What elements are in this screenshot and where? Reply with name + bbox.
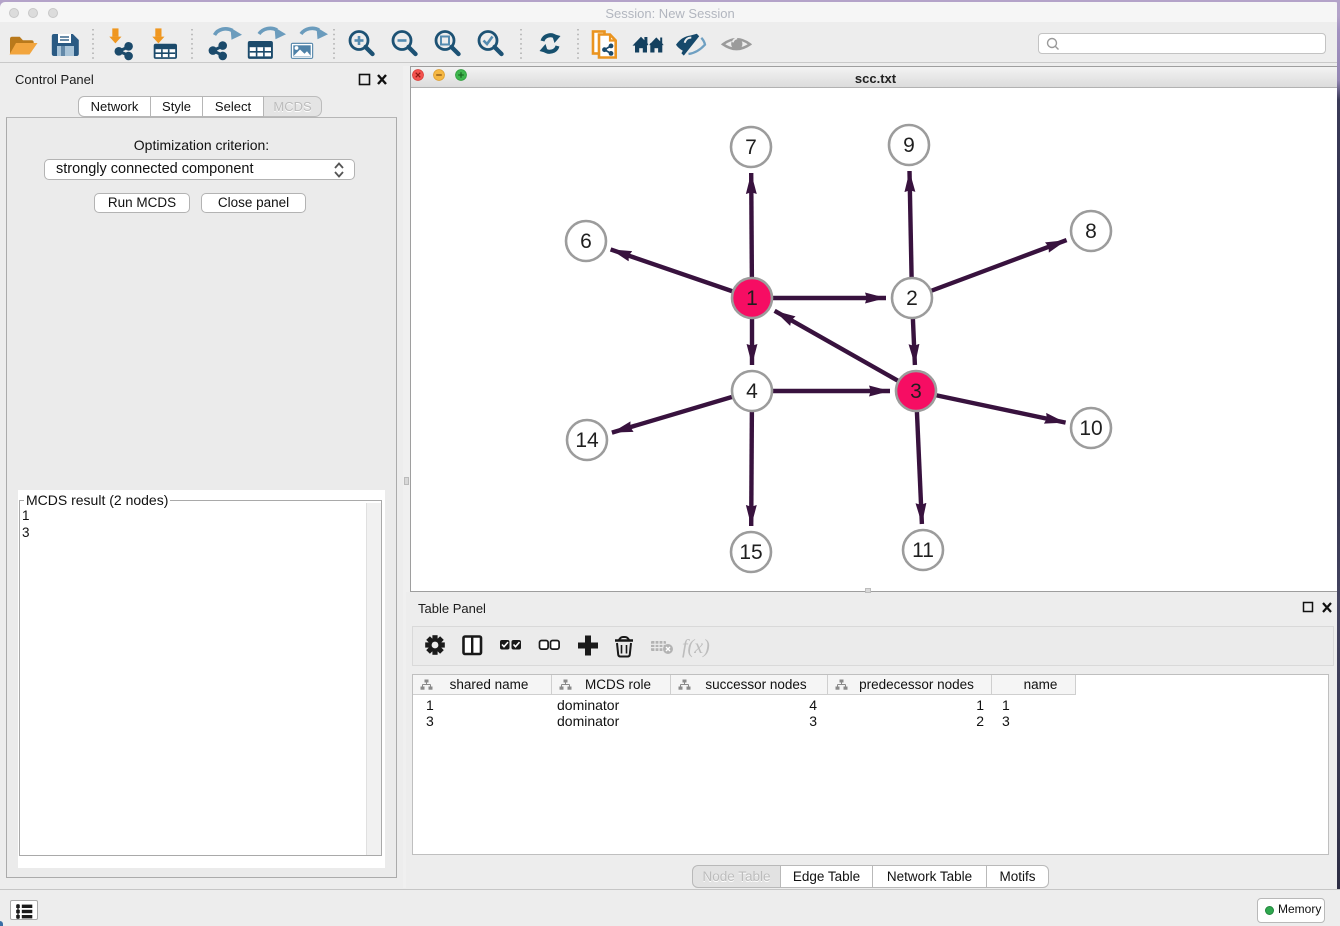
svg-text:8: 8 [1085, 220, 1097, 243]
svg-text:4: 4 [746, 380, 758, 403]
svg-text:9: 9 [903, 134, 915, 157]
svg-text:f(x): f(x) [682, 636, 710, 658]
svg-text:11: 11 [912, 539, 934, 562]
svg-text:3: 3 [910, 380, 922, 403]
svg-text:6: 6 [580, 230, 592, 253]
svg-text:1: 1 [746, 287, 758, 310]
svg-text:15: 15 [739, 541, 762, 564]
svg-text:7: 7 [745, 136, 757, 159]
svg-text:10: 10 [1079, 417, 1102, 440]
svg-text:14: 14 [575, 429, 599, 452]
svg-text:2: 2 [906, 287, 918, 310]
